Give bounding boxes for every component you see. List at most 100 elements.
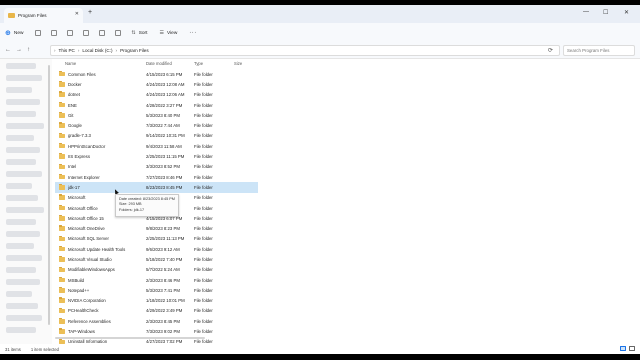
rename-icon[interactable]: [83, 30, 90, 36]
file-name: MSBuild: [68, 277, 85, 283]
file-row[interactable]: Reference Assemblies 2/3/2023 8:45 PM File…: [55, 316, 640, 326]
plus-icon: ⊕: [5, 30, 11, 37]
folder-icon: [59, 81, 65, 87]
file-date: 5/7/2022 5:24 AM: [146, 267, 180, 273]
paste-icon[interactable]: [67, 30, 74, 36]
breadcrumb-local-disk[interactable]: Local Disk (C:): [82, 48, 112, 53]
folder-icon: [59, 184, 65, 190]
chevron-right-icon: ›: [77, 48, 80, 53]
address-row: ← → ↑ › This PC › Local Disk (C:) › Prog…: [0, 43, 640, 59]
view-button[interactable]: ☰ View: [160, 30, 178, 36]
more-options-button[interactable]: ···: [189, 30, 197, 36]
file-name: PCHealthCheck: [68, 308, 99, 314]
tooltip-folders: Folders: jdk-17: [119, 207, 145, 212]
refresh-icon[interactable]: ⟳: [548, 47, 553, 54]
file-type: File folder: [194, 123, 213, 129]
folder-icon: [59, 194, 65, 200]
copy-icon[interactable]: [51, 30, 58, 36]
column-type[interactable]: Type: [194, 61, 203, 66]
details-view-icon[interactable]: [620, 346, 626, 351]
maximize-button[interactable]: ☐: [603, 9, 608, 16]
file-type: File folder: [194, 215, 213, 221]
file-type: File folder: [194, 133, 213, 139]
file-name: Microsoft Update Health Tools: [68, 246, 126, 252]
address-bar[interactable]: › This PC › Local Disk (C:) › Program Fi…: [50, 45, 560, 56]
file-date: 7/3/2023 9:02 PM: [146, 329, 180, 335]
file-row[interactable]: Microsoft SQL Server 2/25/2023 11:13 PM Fi…: [55, 234, 640, 244]
close-window-button[interactable]: ✕: [624, 9, 629, 16]
file-type: File folder: [194, 174, 213, 180]
share-icon[interactable]: [99, 30, 106, 36]
file-date: 3/3/2023 8:52 PM: [146, 164, 180, 170]
file-row[interactable]: Notepad++ 5/3/2023 7:41 PM File folder: [55, 285, 640, 295]
search-input[interactable]: Search Program Files: [563, 45, 635, 56]
column-name[interactable]: Name: [65, 61, 76, 66]
sort-button[interactable]: ⇅ Sort: [131, 30, 147, 36]
file-row[interactable]: IIS Express 2/25/2023 11:15 PM File folder: [55, 151, 640, 161]
column-date-modified[interactable]: Date modified: [146, 61, 172, 66]
file-row[interactable]: TAP-Windows 7/3/2023 9:02 PM File folder: [55, 326, 640, 336]
chevron-right-icon: ›: [115, 48, 118, 53]
horizontal-scrollbar[interactable]: [55, 337, 205, 339]
file-date: 2/3/2023 8:45 PM: [146, 318, 180, 324]
selection-count: 1 item selected: [30, 346, 59, 352]
forward-button[interactable]: →: [16, 47, 22, 53]
file-type: File folder: [194, 92, 213, 98]
file-row[interactable]: dotnet 4/24/2023 12:06 AM File folder: [55, 90, 640, 100]
navigation-pane[interactable]: [0, 59, 52, 344]
file-type: File folder: [194, 246, 213, 252]
file-row[interactable]: PCHealthCheck 4/29/2022 3:49 PM File folde…: [55, 306, 640, 316]
folder-icon: [59, 246, 65, 252]
file-row[interactable]: NVIDIA Corporation 1/18/2022 10:01 PM File…: [55, 296, 640, 306]
file-row[interactable]: gradle-7.3.3 9/14/2022 10:31 PM File folde…: [55, 131, 640, 141]
close-tab-icon[interactable]: ✕: [75, 11, 79, 17]
file-name: ModifiableWindowsApps: [68, 267, 115, 273]
sidebar-scrollbar[interactable]: [48, 65, 50, 325]
breadcrumb-this-pc[interactable]: This PC: [59, 48, 75, 53]
file-row[interactable]: ModifiableWindowsApps 5/7/2022 5:24 AM Fil…: [55, 265, 640, 275]
file-row[interactable]: Common Files 4/15/2023 6:15 PM File folder: [55, 69, 640, 79]
status-bar: 31 items 1 item selected: [0, 344, 640, 354]
file-name: Git: [68, 112, 74, 118]
file-date: 4/15/2023 6:15 PM: [146, 71, 183, 77]
back-button[interactable]: ←: [5, 47, 11, 53]
new-tab-button[interactable]: +: [88, 9, 92, 16]
file-row[interactable]: Microsoft Update Health Tools 9/6/2023 9:…: [55, 244, 640, 254]
file-row[interactable]: ENE 4/28/2022 3:27 PM File folder: [55, 100, 640, 110]
sort-label: Sort: [138, 30, 148, 36]
file-row[interactable]: Microsoft Visual Studio 5/18/2022 7:40 PM…: [55, 254, 640, 264]
folder-icon: [59, 297, 65, 303]
tiles-view-icon[interactable]: [629, 346, 635, 351]
file-name: Microsoft OneDrive: [68, 226, 105, 232]
file-type: File folder: [194, 267, 213, 273]
file-row[interactable]: Git 5/3/2023 8:40 PM File folder: [55, 110, 640, 120]
folder-icon: [59, 318, 65, 324]
column-size[interactable]: Size: [234, 61, 242, 66]
up-button[interactable]: ↑: [27, 47, 30, 53]
file-explorer-window: Program Files ✕ + — ☐ ✕ ⊕ New ⇅ Sort ☰ V…: [0, 5, 640, 354]
sort-icon: ⇅: [131, 30, 136, 36]
file-type: File folder: [194, 236, 213, 242]
file-row[interactable]: Google 7/3/2022 7:44 AM File folder: [55, 120, 640, 130]
file-row[interactable]: Internet Explorer 7/27/2023 8:46 PM File f…: [55, 172, 640, 182]
tab-program-files[interactable]: Program Files ✕: [4, 8, 83, 23]
new-button[interactable]: ⊕ New: [5, 29, 23, 37]
file-row[interactable]: jdk-17 8/23/2023 8:45 PM File folder: [55, 182, 258, 193]
file-name: Microsoft SQL Server: [68, 236, 109, 242]
delete-icon[interactable]: [115, 30, 122, 36]
file-row[interactable]: Docker 4/24/2023 12:08 AM File folder: [55, 79, 640, 89]
file-row[interactable]: Microsoft OneDrive 9/8/2023 8:23 PM File f…: [55, 223, 640, 233]
file-type: File folder: [194, 102, 213, 108]
breadcrumb-program-files[interactable]: Program Files: [120, 48, 149, 53]
file-row[interactable]: MSBuild 2/3/2023 8:46 PM File folder: [55, 275, 640, 285]
folder-icon: [59, 163, 65, 170]
folder-icon: [59, 91, 65, 97]
command-bar: ⊕ New ⇅ Sort ☰ View ···: [0, 23, 640, 43]
cut-icon[interactable]: [35, 30, 42, 36]
file-type: File folder: [194, 71, 213, 77]
file-row[interactable]: Intel 3/3/2023 8:52 PM File folder: [55, 162, 640, 172]
file-date: 8/23/2023 8:45 PM: [146, 184, 183, 190]
file-type: File folder: [194, 329, 213, 335]
minimize-button[interactable]: —: [583, 9, 589, 15]
file-row[interactable]: HPPrintScanDoctor 9/4/2023 11:58 AM File f…: [55, 141, 640, 151]
